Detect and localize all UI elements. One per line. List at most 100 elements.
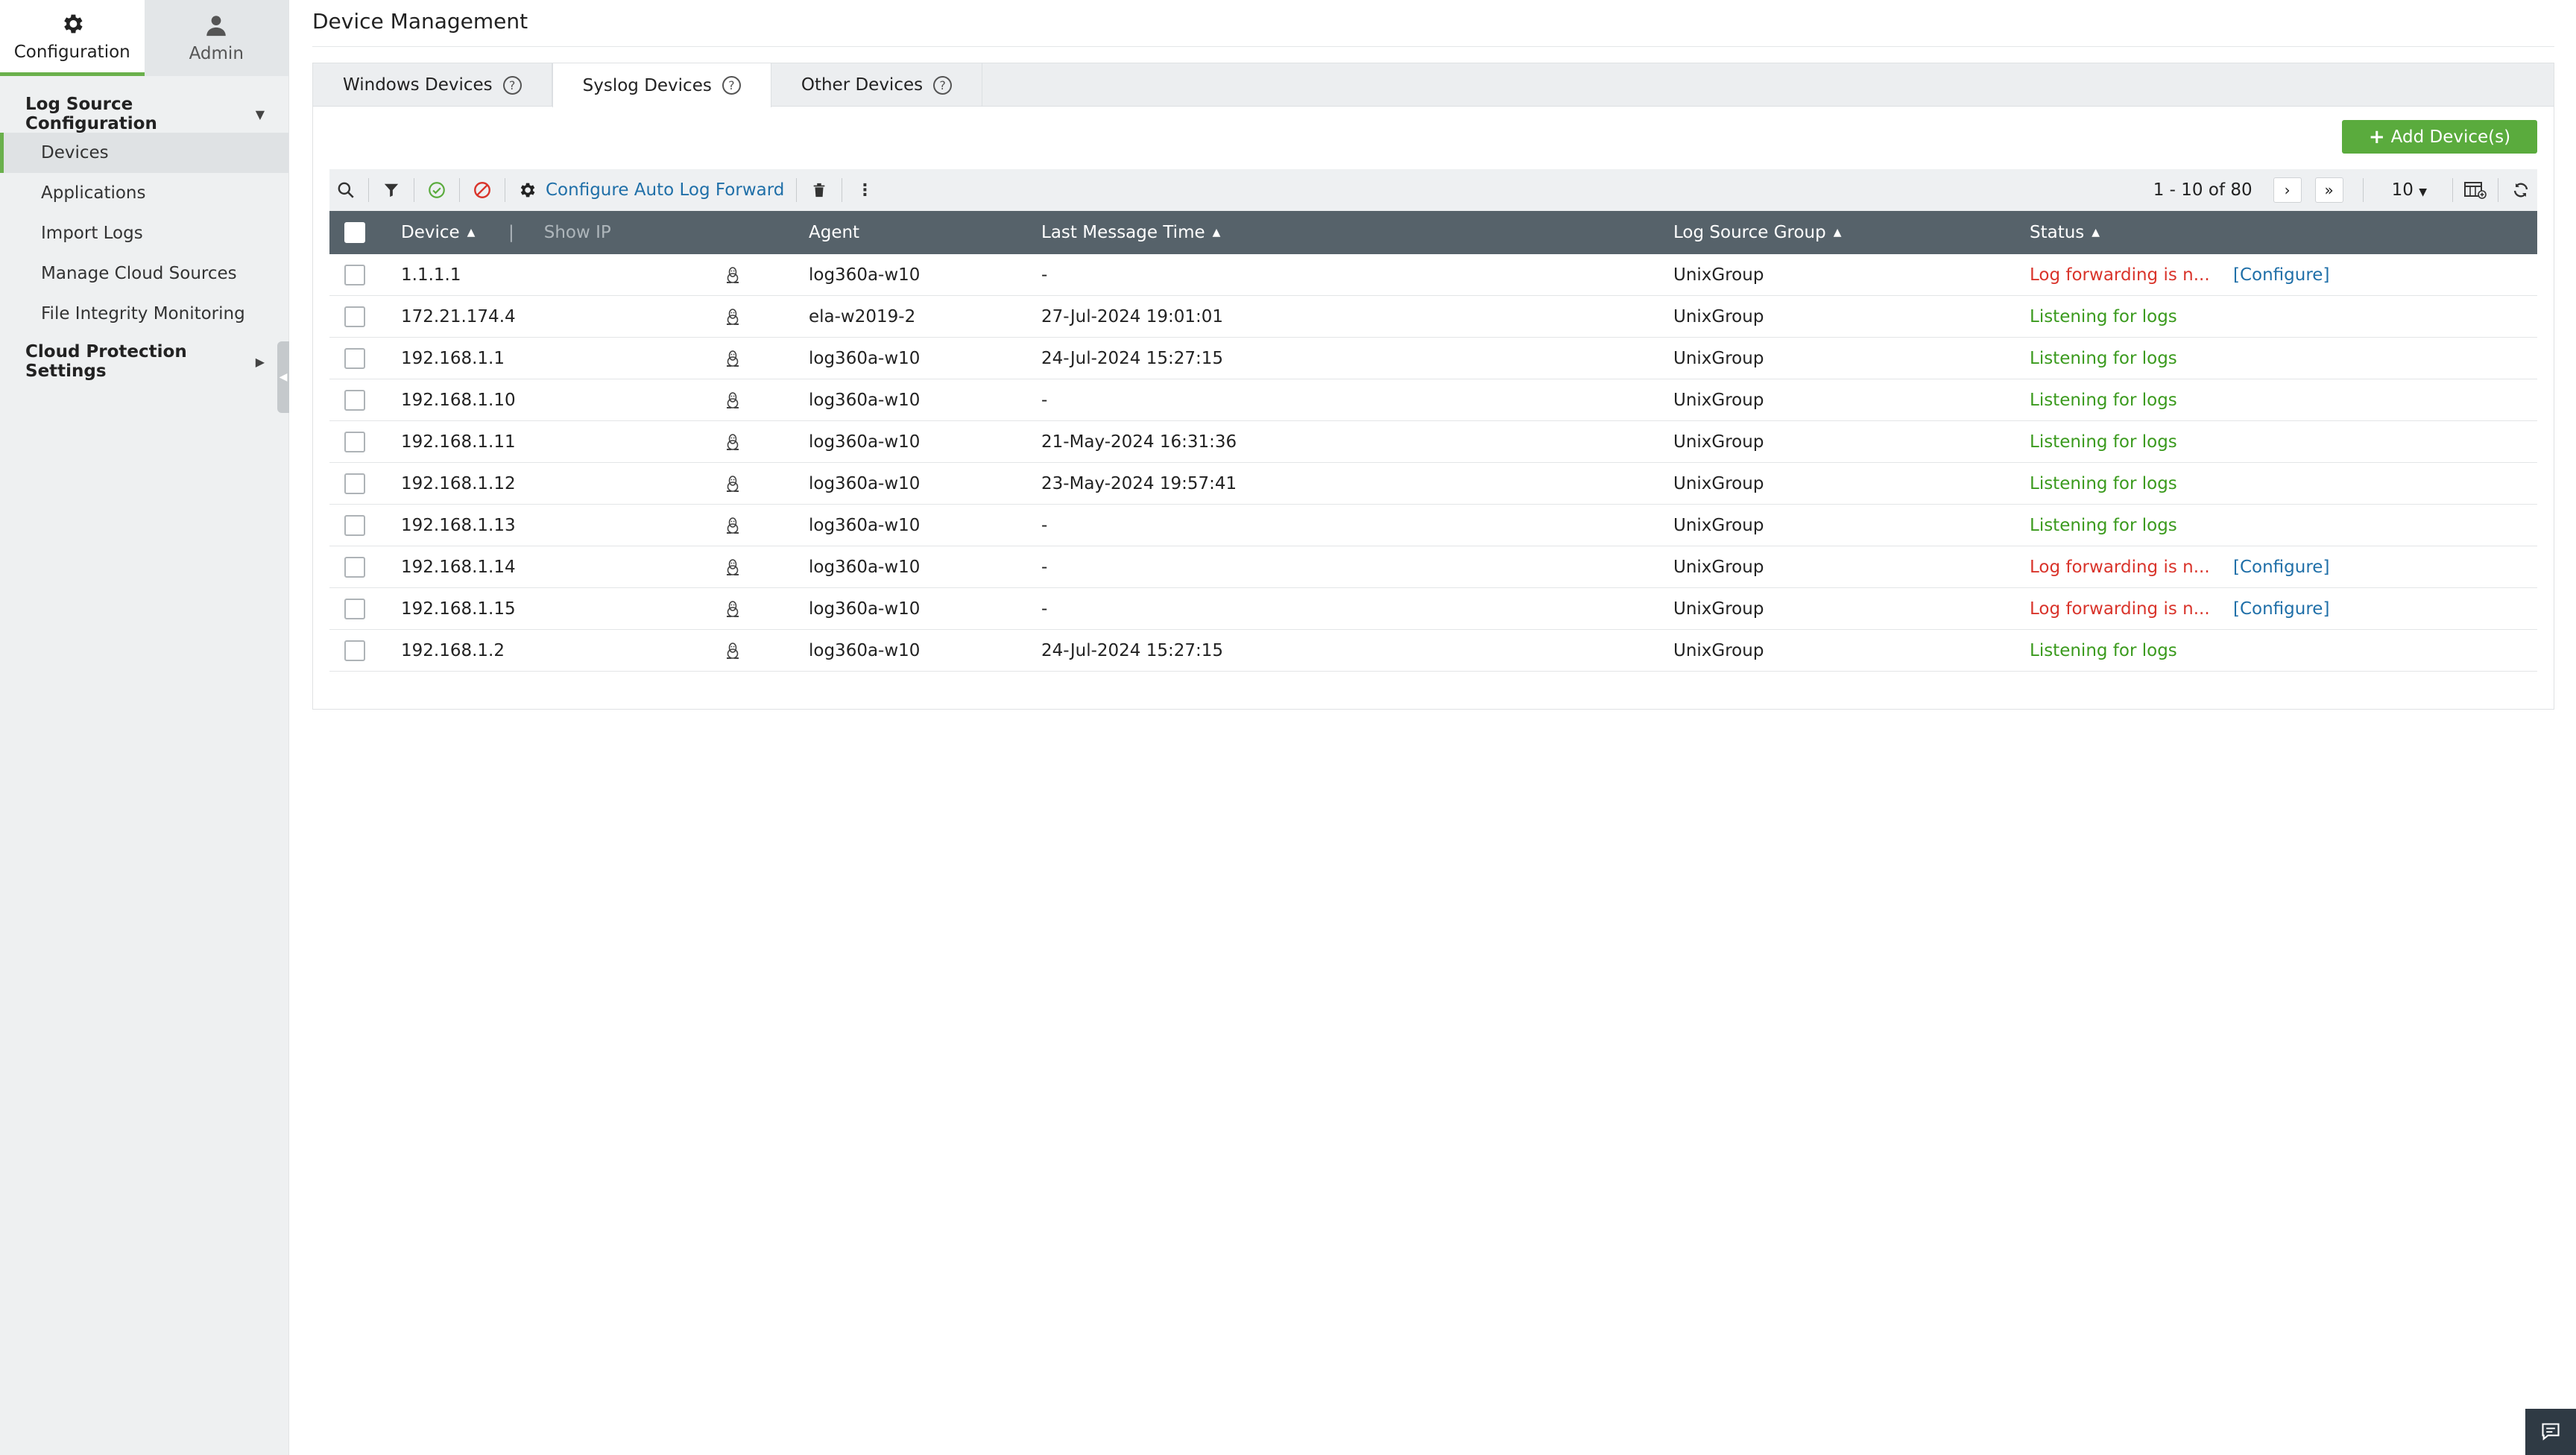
- configure-link[interactable]: [Configure]: [2233, 588, 2329, 630]
- tab-syslog-devices[interactable]: Syslog Devices ?: [552, 63, 771, 107]
- sidebar-item-manage-cloud-sources[interactable]: Manage Cloud Sources: [0, 253, 288, 294]
- status-cell: Listening for logs: [2030, 307, 2177, 326]
- device-cell[interactable]: 192.168.1.13: [401, 505, 516, 546]
- device-tabs: Windows Devices ? Syslog Devices ? Other…: [313, 63, 2554, 107]
- table-row[interactable]: 192.168.1.10 log360a-w10 - UnixGroup Listeni…: [329, 379, 2537, 421]
- agent-cell: log360a-w10: [809, 641, 921, 660]
- select-all-checkbox[interactable]: [344, 222, 365, 243]
- header-log-source-group[interactable]: Log Source Group ▲: [1673, 211, 1842, 254]
- row-select-cell: [344, 296, 365, 338]
- help-icon[interactable]: ?: [502, 75, 522, 95]
- device-cell[interactable]: 192.168.1.14: [401, 546, 516, 588]
- column-chooser-icon[interactable]: [2459, 169, 2492, 211]
- device-cell[interactable]: 172.21.174.4: [401, 296, 516, 338]
- tab-other-devices[interactable]: Other Devices ?: [771, 63, 983, 107]
- tab-configuration[interactable]: Configuration: [0, 0, 145, 76]
- last-page-button[interactable]: »: [2314, 177, 2343, 203]
- device-cell[interactable]: 192.168.1.15: [401, 588, 516, 630]
- agent-cell: log360a-w10: [809, 349, 921, 368]
- search-icon[interactable]: [329, 169, 362, 211]
- trash-icon[interactable]: [803, 169, 836, 211]
- chevron-right-icon: ›: [2284, 181, 2291, 199]
- table-row[interactable]: 192.168.1.11 log360a-w10 21-May-2024 16:31…: [329, 421, 2537, 463]
- table-row[interactable]: 192.168.1.14 log360a-w10 - UnixGroup Log for…: [329, 546, 2537, 588]
- log-source-group-cell: UnixGroup: [1673, 599, 1764, 619]
- configure-link[interactable]: [Configure]: [2233, 546, 2329, 588]
- sidebar-item-import-logs[interactable]: Import Logs: [0, 213, 288, 253]
- disable-icon[interactable]: [466, 169, 499, 211]
- configure-link[interactable]: [Configure]: [2233, 254, 2329, 296]
- table-row[interactable]: 192.168.1.1 log360a-w10 24-Jul-2024 15:27:…: [329, 338, 2537, 379]
- agent-cell: log360a-w10: [809, 558, 921, 577]
- row-checkbox[interactable]: [344, 432, 365, 452]
- double-chevron-right-icon: »: [2324, 181, 2334, 199]
- sidebar-item-label: Devices: [41, 143, 109, 162]
- gear-icon: [63, 14, 83, 33]
- tab-windows-devices[interactable]: Windows Devices ?: [313, 63, 552, 107]
- header-agent[interactable]: Agent: [809, 211, 859, 254]
- sidebar-item-label: Applications: [41, 183, 146, 203]
- help-icon[interactable]: ?: [933, 75, 953, 95]
- add-device-button[interactable]: + Add Device(s): [2342, 120, 2537, 154]
- row-checkbox[interactable]: [344, 473, 365, 494]
- table-row[interactable]: 192.168.1.12 log360a-w10 23-May-2024 19:57…: [329, 463, 2537, 505]
- nav-section-log-source[interactable]: Log Source Configuration ▼: [0, 95, 288, 133]
- device-cell[interactable]: 1.1.1.1: [401, 254, 461, 296]
- header-device[interactable]: Device ▲: [401, 211, 475, 254]
- filter-icon[interactable]: [375, 169, 408, 211]
- show-ip-toggle[interactable]: | Show IP: [508, 211, 611, 254]
- agent-cell: log360a-w10: [809, 265, 921, 285]
- plus-icon: +: [2368, 125, 2385, 148]
- header-status-label: Status: [2030, 223, 2085, 242]
- next-page-button[interactable]: ›: [2273, 177, 2302, 203]
- row-checkbox[interactable]: [344, 306, 365, 327]
- device-panel: Windows Devices ? Syslog Devices ? Other…: [312, 63, 2554, 710]
- sidebar-item-file-integrity[interactable]: File Integrity Monitoring: [0, 294, 288, 334]
- row-checkbox[interactable]: [344, 515, 365, 536]
- agent-cell: log360a-w10: [809, 391, 921, 410]
- table-row[interactable]: 192.168.1.13 log360a-w10 - UnixGroup Listeni…: [329, 505, 2537, 546]
- agent-cell: log360a-w10: [809, 432, 921, 452]
- table-row[interactable]: 1.1.1.1 log360a-w10 - UnixGroup Log forwardi…: [329, 254, 2537, 296]
- row-checkbox[interactable]: [344, 265, 365, 285]
- row-checkbox[interactable]: [344, 557, 365, 578]
- refresh-icon[interactable]: [2504, 169, 2537, 211]
- table-row[interactable]: 192.168.1.15 log360a-w10 - UnixGroup Log for…: [329, 588, 2537, 630]
- device-cell[interactable]: 192.168.1.10: [401, 379, 516, 421]
- help-icon[interactable]: ?: [722, 76, 741, 95]
- sidebar: Configuration Admin Log Source Configura…: [0, 0, 289, 1455]
- row-checkbox[interactable]: [344, 599, 365, 619]
- configure-auto-log-forward-button[interactable]: Configure Auto Log Forward: [511, 180, 790, 200]
- row-checkbox[interactable]: [344, 390, 365, 411]
- caret-down-icon: ▼: [255, 107, 265, 121]
- log-source-group-cell: UnixGroup: [1673, 558, 1764, 577]
- last-message-time-cell: 21-May-2024 16:31:36: [1041, 432, 1237, 452]
- device-cell[interactable]: 192.168.1.12: [401, 463, 516, 505]
- header-last-message-time[interactable]: Last Message Time ▲: [1041, 211, 1220, 254]
- agent-cell: log360a-w10: [809, 599, 921, 619]
- tab-admin[interactable]: Admin: [144, 0, 288, 76]
- chat-button[interactable]: [2525, 1409, 2576, 1455]
- tab-admin-label: Admin: [189, 44, 244, 63]
- device-cell[interactable]: 192.168.1.11: [401, 421, 516, 463]
- more-vertical-icon[interactable]: ⋮: [848, 169, 881, 211]
- tab-configuration-label: Configuration: [13, 42, 130, 62]
- row-checkbox[interactable]: [344, 640, 365, 661]
- device-cell[interactable]: 192.168.1.1: [401, 338, 505, 379]
- header-status[interactable]: Status ▲: [2030, 211, 2100, 254]
- last-message-time-cell: 23-May-2024 19:57:41: [1041, 474, 1237, 493]
- page-size-select[interactable]: 10 ▼: [2392, 180, 2427, 200]
- nav-section-cloud-protection[interactable]: Cloud Protection Settings ▶: [0, 342, 288, 381]
- caret-down-icon: ▼: [2419, 186, 2427, 198]
- row-checkbox[interactable]: [344, 348, 365, 369]
- sidebar-item-devices[interactable]: Devices: [0, 133, 288, 173]
- sidebar-collapse-handle[interactable]: ◀: [277, 341, 289, 413]
- table-row[interactable]: 192.168.1.2 log360a-w10 24-Jul-2024 15:27:…: [329, 630, 2537, 672]
- sidebar-item-applications[interactable]: Applications: [0, 173, 288, 213]
- row-select-cell: [344, 588, 365, 630]
- table-row[interactable]: 172.21.174.4 ela-w2019-2 27-Jul-2024 19:01…: [329, 296, 2537, 338]
- device-cell[interactable]: 192.168.1.2: [401, 630, 505, 672]
- enable-check-icon[interactable]: [420, 169, 453, 211]
- log-source-group-cell: UnixGroup: [1673, 307, 1764, 326]
- grid-toolbar: Configure Auto Log Forward ⋮ 1 - 10 of 8…: [329, 169, 2537, 211]
